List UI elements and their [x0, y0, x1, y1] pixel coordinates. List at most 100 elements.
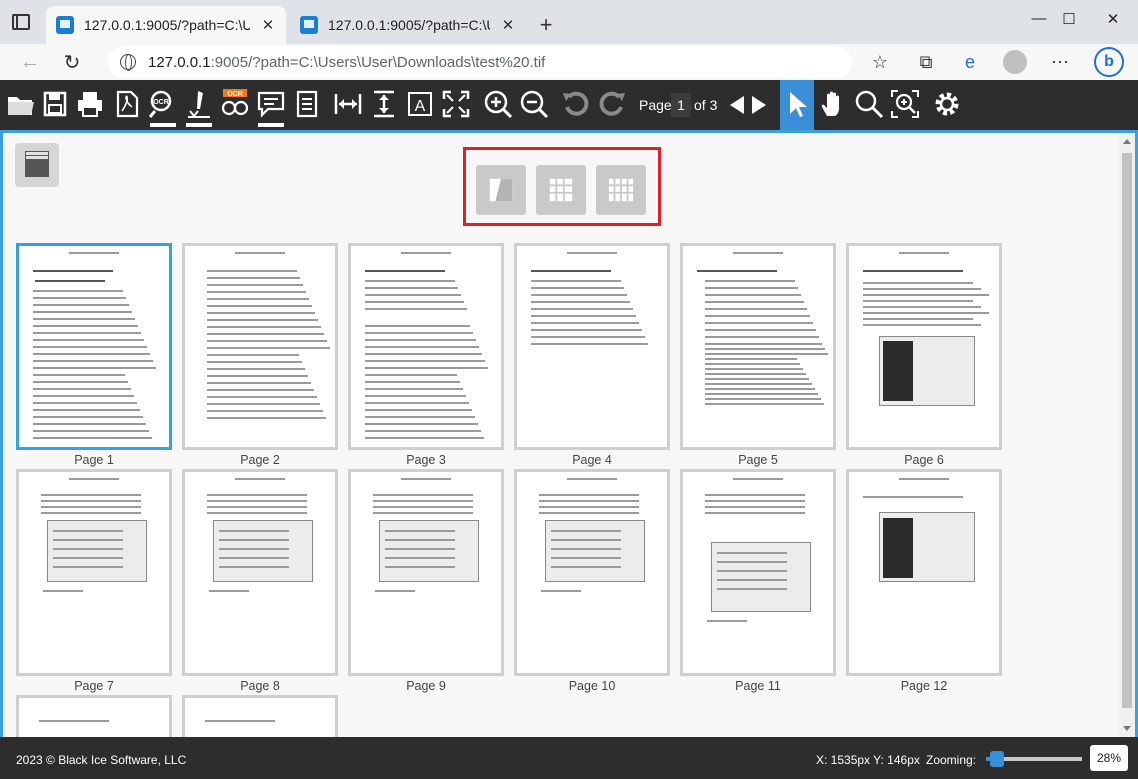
page-thumbnail[interactable]	[680, 243, 836, 450]
text-line	[705, 506, 805, 508]
url-input[interactable]: 127.0.0.1:9005/?path=C:\Users\User\Downl…	[108, 46, 852, 78]
text-line	[705, 287, 798, 289]
zoom-out-icon[interactable]	[517, 87, 551, 121]
fit-width-icon[interactable]	[331, 87, 365, 121]
text-line	[33, 423, 146, 425]
window-close-icon[interactable]: ✕	[1098, 10, 1128, 28]
fullscreen-icon[interactable]	[439, 87, 473, 121]
page-thumbnail[interactable]	[182, 469, 338, 676]
comment-icon[interactable]	[254, 87, 288, 127]
tab-close-icon[interactable]: ✕	[260, 16, 276, 34]
page-thumbnail[interactable]	[182, 243, 338, 450]
text-line	[207, 326, 321, 328]
annotate-pen-icon[interactable]	[182, 87, 216, 127]
text-line	[33, 332, 141, 334]
text-line	[33, 304, 129, 306]
tab-close-icon[interactable]: ✕	[500, 16, 516, 34]
text-line	[365, 409, 472, 411]
zoom-in-icon[interactable]	[481, 87, 515, 121]
reload-icon[interactable]: ↻	[58, 48, 86, 76]
scroll-thumb[interactable]	[1122, 153, 1132, 708]
text-line	[207, 312, 315, 314]
text-line	[365, 395, 466, 397]
text-line	[531, 301, 630, 303]
page-thumbnail[interactable]	[846, 469, 1002, 676]
page-thumbnail[interactable]	[16, 243, 172, 450]
page-number-input[interactable]	[671, 93, 691, 117]
page-thumbnail[interactable]	[680, 469, 836, 676]
text-line	[531, 270, 611, 272]
text-line	[365, 374, 457, 376]
search-icon[interactable]	[852, 87, 886, 121]
text-line	[375, 590, 415, 592]
page-info-icon[interactable]	[290, 87, 324, 121]
text-line	[705, 308, 807, 310]
rotate-right-icon[interactable]	[595, 87, 629, 121]
page-thumbnail[interactable]	[348, 243, 504, 450]
text-line	[705, 363, 800, 365]
bing-copilot-icon[interactable]: b	[1094, 47, 1124, 77]
next-page-icon[interactable]	[752, 96, 766, 114]
pan-hand-icon[interactable]	[816, 87, 850, 121]
thumbnail-caption: Page 1	[74, 453, 114, 467]
open-folder-icon[interactable]	[4, 87, 38, 121]
scroll-down-icon[interactable]	[1123, 726, 1131, 731]
zoom-area-icon[interactable]	[888, 87, 922, 121]
zoom-slider-knob[interactable]	[989, 751, 1004, 767]
text-line	[863, 496, 963, 498]
favorite-star-icon[interactable]: ☆	[868, 50, 892, 74]
print-icon[interactable]	[73, 87, 107, 121]
page-stack-button[interactable]	[15, 143, 59, 187]
more-menu-icon[interactable]: ⋯	[1048, 50, 1072, 74]
text-line	[539, 506, 639, 508]
ocr-search-icon[interactable]: OCR	[146, 87, 180, 127]
zoom-slider[interactable]	[986, 751, 1082, 767]
text-line	[69, 252, 119, 254]
page-thumbnail[interactable]	[846, 243, 1002, 450]
thumbnail-caption: Page 11	[735, 679, 781, 693]
vertical-scrollbar[interactable]	[1119, 133, 1135, 737]
profile-avatar[interactable]	[1003, 50, 1027, 74]
thumbnail-caption: Page 3	[406, 453, 446, 467]
scroll-up-icon[interactable]	[1123, 139, 1131, 144]
minimize-icon[interactable]: —	[1024, 10, 1054, 27]
dense-grid-layout-button[interactable]	[596, 165, 646, 215]
browser-tab-active[interactable]: 127.0.0.1:9005/?path=C:\Users\Us ✕	[46, 6, 286, 44]
text-line	[207, 347, 330, 349]
text-line	[717, 579, 787, 581]
text-line	[33, 430, 149, 432]
save-icon[interactable]	[38, 87, 72, 121]
new-tab-button[interactable]: +	[536, 12, 556, 38]
text-line	[207, 389, 314, 391]
maximize-icon[interactable]: ☐	[1054, 10, 1084, 28]
pdf-icon[interactable]	[110, 87, 144, 121]
text-line	[863, 300, 973, 302]
text-line	[207, 277, 300, 279]
window-menu-icon[interactable]	[12, 14, 30, 30]
back-icon[interactable]: ←	[16, 48, 44, 76]
single-page-layout-button[interactable]	[476, 165, 526, 215]
text-line	[207, 361, 302, 363]
thumbnail-caption: Page 10	[568, 679, 616, 693]
thumbnail-caption: Page 9	[406, 679, 446, 693]
text-line	[365, 346, 479, 348]
text-line	[551, 557, 621, 559]
select-tool-button[interactable]	[780, 80, 814, 130]
browser-tab-inactive[interactable]: 127.0.0.1:9005/?path=C:\Users\Us ✕	[290, 6, 526, 44]
rotate-left-icon[interactable]	[559, 87, 593, 121]
text-icon[interactable]: A	[403, 87, 437, 121]
fit-height-icon[interactable]	[367, 87, 401, 121]
collections-icon[interactable]: ⧉	[914, 50, 938, 74]
page-thumbnail[interactable]	[348, 469, 504, 676]
ie-mode-icon[interactable]: e	[958, 50, 982, 74]
text-line	[863, 282, 973, 284]
settings-gear-icon[interactable]	[930, 87, 964, 121]
page-thumbnail[interactable]	[514, 469, 670, 676]
grid-layout-button[interactable]	[536, 165, 586, 215]
zoom-value[interactable]: 28%	[1090, 745, 1128, 771]
page-thumbnail[interactable]	[16, 469, 172, 676]
previous-page-icon[interactable]	[730, 96, 744, 114]
page-thumbnail[interactable]	[514, 243, 670, 450]
text-line	[207, 354, 299, 356]
ocr-icon[interactable]: OCR	[218, 87, 252, 121]
